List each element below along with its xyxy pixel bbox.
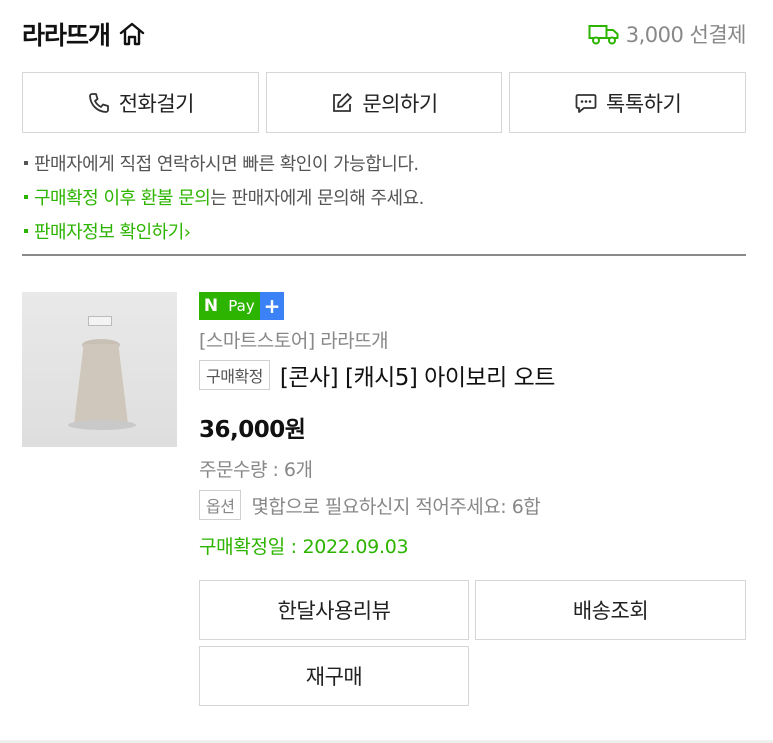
option-row: 옵션 몇합으로 필요하신지 적어주세요: 6합 bbox=[199, 490, 541, 520]
yarn-shadow bbox=[68, 420, 136, 430]
inquiry-label: 문의하기 bbox=[362, 91, 438, 116]
status-badge: 구매확정 bbox=[199, 360, 270, 390]
talk-label: 톡톡하기 bbox=[606, 91, 682, 116]
store-label: [스마트스토어] 라라뜨개 bbox=[199, 330, 389, 352]
order-quantity: 주문수량 : 6개 bbox=[199, 459, 313, 481]
chat-icon bbox=[574, 91, 598, 115]
contact-buttons: 전화걸기 문의하기 톡톡하기 bbox=[22, 72, 747, 133]
note-line-contact: 판매자에게 직접 연락하시면 빠른 확인이 가능합니다. bbox=[24, 148, 424, 182]
plus-icon: + bbox=[260, 292, 284, 320]
npay-pay: Pay bbox=[223, 292, 260, 320]
store-name: 라라뜨개 bbox=[22, 21, 111, 50]
npay-plus-badge: N Pay + bbox=[199, 292, 284, 320]
review-button[interactable]: 한달사용리뷰 bbox=[199, 580, 469, 640]
npay-n: N bbox=[199, 292, 223, 320]
inquiry-button[interactable]: 문의하기 bbox=[265, 72, 503, 133]
talk-button[interactable]: 톡톡하기 bbox=[509, 72, 747, 133]
rebuy-button[interactable]: 재구매 bbox=[199, 646, 469, 706]
call-label: 전화걸기 bbox=[118, 91, 195, 116]
seller-info-link[interactable]: 판매자정보 확인하기› bbox=[24, 216, 424, 250]
store-header: 라라뜨개 3,000 선결제 bbox=[22, 14, 747, 54]
yarn-label-image bbox=[88, 316, 112, 326]
seller-notes: 판매자에게 직접 연락하시면 빠른 확인이 가능합니다. 구매확정 이후 환불 … bbox=[24, 148, 424, 250]
option-badge: 옵션 bbox=[199, 490, 242, 520]
section-divider bbox=[22, 254, 746, 256]
edit-icon bbox=[330, 91, 354, 115]
home-icon bbox=[118, 21, 146, 47]
call-button[interactable]: 전화걸기 bbox=[22, 72, 259, 133]
refund-highlight: 구매확정 이후 환불 문의 bbox=[34, 188, 211, 209]
option-text: 몇합으로 필요하신지 적어주세요: 6합 bbox=[251, 495, 541, 518]
shipping-fee: 3,000 선결제 bbox=[588, 19, 747, 49]
product-detail: N Pay + [스마트스토어] 라라뜨개 구매확정 [콘사] [캐시5] 아이… bbox=[199, 292, 746, 558]
shipping-text: 3,000 선결제 bbox=[625, 23, 747, 47]
bullet bbox=[24, 229, 28, 233]
note-line-refund: 구매확정 이후 환불 문의는 판매자에게 문의해 주세요. bbox=[24, 182, 424, 216]
seller-info-label: 판매자정보 확인하기 bbox=[34, 222, 184, 243]
track-shipping-button[interactable]: 배송조회 bbox=[475, 580, 746, 640]
product-title: [콘사] [캐시5] 아이보리 오트 bbox=[279, 365, 556, 391]
store-name-link[interactable]: 라라뜨개 bbox=[22, 16, 146, 52]
product-thumbnail[interactable] bbox=[22, 292, 177, 447]
product-title-row[interactable]: 구매확정 [콘사] [캐시5] 아이보리 오트 bbox=[199, 358, 555, 392]
bullet bbox=[24, 195, 28, 199]
chevron-right-icon: › bbox=[183, 222, 191, 243]
yarn-cone-image bbox=[74, 344, 128, 424]
confirm-date: 구매확정일 : 2022.09.03 bbox=[199, 536, 409, 558]
phone-icon bbox=[87, 91, 111, 115]
truck-icon bbox=[588, 23, 620, 45]
product-price: 36,000원 bbox=[199, 417, 306, 443]
bullet bbox=[24, 161, 28, 165]
